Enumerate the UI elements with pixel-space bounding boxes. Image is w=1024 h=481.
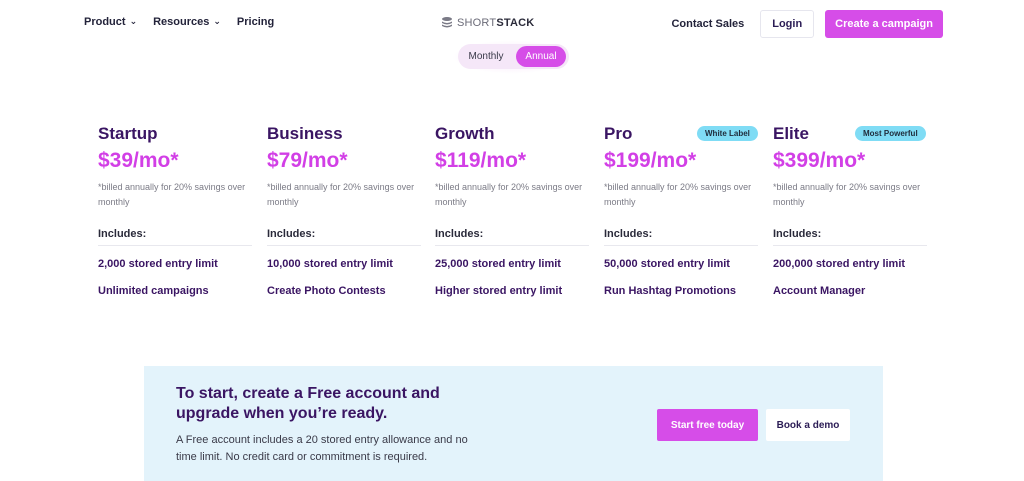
nav-resources[interactable]: Resources ⌄	[153, 15, 221, 29]
billing-note: *billed annually for 20% savings over mo…	[98, 182, 246, 207]
billing-toggle[interactable]: Monthly Annual	[458, 44, 569, 69]
nav-actions: Contact Sales Login Create a campaign	[671, 10, 943, 38]
plan-card-growth: Growth $119/mo* *billed annually for 20%…	[435, 123, 589, 297]
plan-price: $39/mo*	[98, 149, 179, 172]
billing-note: *billed annually for 20% savings over mo…	[435, 182, 583, 207]
plan-name: Growth	[435, 124, 495, 143]
plan-badge: White Label	[697, 126, 758, 141]
banner-title: To start, create a Free account and upgr…	[176, 385, 440, 422]
plan-card-startup: Startup $39/mo* *billed annually for 20%…	[98, 123, 252, 297]
toggle-annual[interactable]: Annual	[516, 46, 566, 67]
plan-feature: Unlimited campaigns	[98, 285, 209, 297]
banner-description: A Free account includes a 20 stored entr…	[176, 434, 468, 463]
includes-label: Includes:	[604, 228, 758, 246]
nav-product-label: Product	[84, 16, 126, 28]
plan-badge: Most Powerful	[855, 126, 926, 141]
billing-note: *billed annually for 20% savings over mo…	[267, 182, 415, 207]
start-free-button[interactable]: Start free today	[657, 409, 758, 441]
logo[interactable]: SHORTSTACK	[441, 16, 534, 29]
includes-label: Includes:	[435, 228, 589, 246]
plan-card-elite: Elite Most Powerful $399/mo* *billed ann…	[773, 123, 927, 297]
billing-note: *billed annually for 20% savings over mo…	[604, 182, 752, 207]
plan-feature: Create Photo Contests	[267, 285, 386, 297]
plan-name: Business	[267, 124, 343, 143]
includes-label: Includes:	[267, 228, 421, 246]
plan-feature: Run Hashtag Promotions	[604, 285, 737, 297]
plan-card-pro: Pro White Label $199/mo* *billed annuall…	[604, 123, 758, 297]
plan-feature: 50,000 stored entry limit	[604, 258, 730, 270]
free-account-banner: To start, create a Free account and upgr…	[144, 366, 883, 481]
billing-note: *billed annually for 20% savings over mo…	[773, 182, 921, 207]
nav-product[interactable]: Product ⌄	[84, 15, 138, 29]
book-demo-button[interactable]: Book a demo	[766, 409, 850, 441]
plan-feature: 10,000 stored entry limit	[267, 258, 393, 270]
plan-price: $199/mo*	[604, 149, 697, 172]
nav-pricing-label: Pricing	[236, 16, 275, 28]
logo-text: SHORTSTACK	[457, 17, 534, 29]
contact-sales-link[interactable]: Contact Sales	[671, 18, 744, 30]
plan-price: $79/mo*	[267, 149, 348, 172]
toggle-monthly[interactable]: Monthly	[458, 51, 514, 62]
logo-text-stack: STACK	[496, 16, 535, 29]
chevron-down-icon: ⌄	[129, 15, 138, 26]
includes-label: Includes:	[98, 228, 252, 246]
plan-feature: 200,000 stored entry limit	[773, 258, 906, 270]
stack-logo-icon	[442, 17, 452, 28]
plan-feature: Higher stored entry limit	[435, 285, 563, 297]
pricing-plans: Startup $39/mo* *billed annually for 20%…	[98, 123, 938, 313]
nav-resources-label: Resources	[153, 16, 210, 28]
plan-feature: 2,000 stored entry limit	[98, 258, 218, 270]
chevron-down-icon: ⌄	[213, 15, 221, 26]
plan-card-business: Business $79/mo* *billed annually for 20…	[267, 123, 421, 297]
plan-price: $399/mo*	[773, 149, 866, 172]
logo-text-short: SHORT	[457, 16, 497, 29]
plan-price: $119/mo*	[435, 149, 527, 172]
login-button[interactable]: Login	[760, 10, 815, 38]
create-campaign-button[interactable]: Create a campaign	[825, 10, 943, 38]
nav-pricing[interactable]: Pricing	[237, 16, 274, 28]
plan-name: Startup	[98, 124, 158, 143]
nav-links: Product ⌄ Resources ⌄ Pricing	[84, 15, 274, 29]
plan-feature: Account Manager	[773, 285, 866, 297]
includes-label: Includes:	[773, 228, 927, 246]
plan-feature: 25,000 stored entry limit	[435, 258, 561, 270]
